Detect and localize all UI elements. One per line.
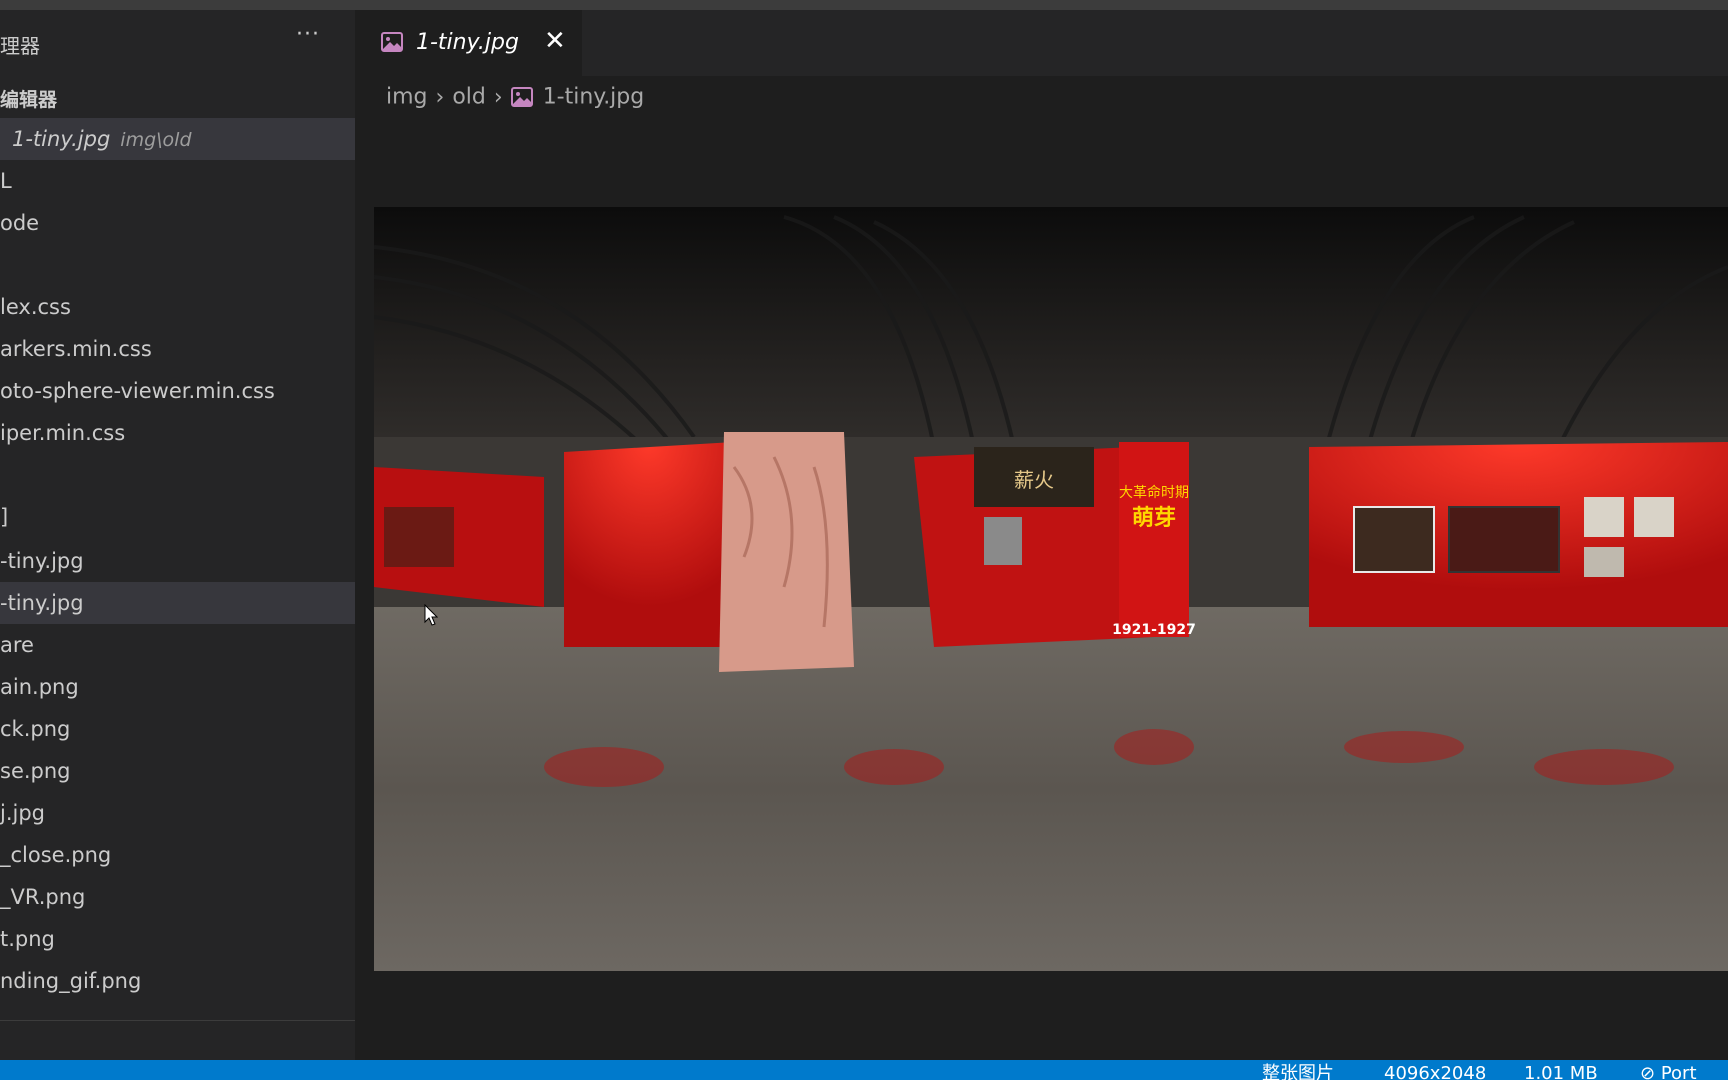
open-editor-item[interactable]: 1-tiny.jpg img\old	[0, 118, 355, 160]
chevron-right-icon: ›	[435, 84, 445, 110]
breadcrumb-file[interactable]: 1-tiny.jpg	[543, 85, 645, 110]
explorer-header: 理器 ···	[0, 22, 355, 58]
tree-item-label: _VR.png	[0, 885, 86, 909]
tree-item-label: oto-sphere-viewer.min.css	[0, 379, 275, 403]
tree-item-label: are	[0, 633, 34, 657]
sign-years: 1921-1927	[1112, 622, 1196, 638]
port-icon: ⊘	[1640, 1063, 1661, 1080]
tree-item[interactable]: _VR.png	[0, 876, 355, 918]
tree-item-label: se.png	[0, 759, 71, 783]
explorer-title: 理器	[0, 34, 40, 58]
breadcrumb-old[interactable]: old	[452, 85, 486, 110]
close-icon[interactable]: ✕	[544, 26, 566, 56]
outline-divider	[0, 1020, 355, 1021]
image-dimensions: 4096x2048	[1384, 1063, 1487, 1080]
tree-item-label: nding_gif.png	[0, 969, 142, 993]
tree-item[interactable]: ode	[0, 202, 355, 244]
tree-item-active[interactable]: -tiny.jpg	[0, 582, 355, 624]
port-status[interactable]: ⊘ Port	[1640, 1064, 1697, 1080]
zoom-mode[interactable]: 整张图片	[1262, 1064, 1334, 1080]
tab-1-tiny-jpg[interactable]: 1-tiny.jpg ✕	[356, 10, 582, 76]
tree-item[interactable]: arkers.min.css	[0, 328, 355, 370]
tree-item[interactable]: lex.css	[0, 286, 355, 328]
breadcrumb: img › old › 1-tiny.jpg	[386, 84, 644, 114]
open-editor-path: img\old	[120, 129, 192, 151]
banner-text: 薪火	[1014, 468, 1054, 492]
sign-title: 大革命时期	[1119, 484, 1189, 501]
explorer-sidebar: 理器 ··· 编辑器 1-tiny.jpg img\old L ode lex.c…	[0, 10, 355, 1060]
tree-item-label: -tiny.jpg	[0, 549, 84, 573]
image-size: 1.01 MB	[1524, 1063, 1598, 1080]
image-file-icon	[510, 87, 533, 107]
tree-item-label: L	[0, 169, 12, 193]
sign-subtitle: 萌芽	[1132, 506, 1176, 531]
chevron-right-icon: ›	[493, 84, 503, 110]
tree-item-label: ode	[0, 211, 40, 235]
tree-item[interactable]: se.png	[0, 750, 355, 792]
tree-item-label: j.jpg	[0, 801, 46, 825]
open-editors-label: 编辑器	[0, 89, 58, 111]
tree-item-label: lex.css	[0, 295, 71, 319]
tree-item[interactable]: oto-sphere-viewer.min.css	[0, 370, 355, 412]
open-editors-section[interactable]: 编辑器	[0, 78, 355, 120]
tree-item-label: iper.min.css	[0, 421, 126, 445]
editor-tabs: 1-tiny.jpg ✕	[356, 10, 1728, 76]
more-actions-icon[interactable]: ···	[296, 22, 320, 47]
tree-item-label: ck.png	[0, 717, 71, 741]
panorama-image: 薪火 大革命时期 萌芽 1921-1927	[374, 207, 1728, 971]
image-preview[interactable]: 薪火 大革命时期 萌芽 1921-1927	[374, 207, 1728, 971]
tree-item[interactable]: are	[0, 624, 355, 666]
tree-item-label: ]	[0, 505, 9, 529]
title-bar	[0, 0, 1728, 10]
tree-item[interactable]: j.jpg	[0, 792, 355, 834]
tree-item-label: ain.png	[0, 675, 79, 699]
tree-item[interactable]: t.png	[0, 918, 355, 960]
tab-label: 1-tiny.jpg	[416, 30, 519, 55]
tree-item[interactable]: ck.png	[0, 708, 355, 750]
mouse-cursor-icon	[424, 604, 438, 626]
breadcrumb-img[interactable]: img	[386, 85, 428, 110]
tree-item-label: -tiny.jpg	[0, 591, 84, 615]
tree-item[interactable]: ain.png	[0, 666, 355, 708]
tree-item[interactable]: _close.png	[0, 834, 355, 876]
open-editor-name: 1-tiny.jpg	[12, 127, 111, 151]
tree-item-label: arkers.min.css	[0, 337, 152, 361]
tree-item[interactable]: ]	[0, 496, 355, 538]
tree-item[interactable]: nding_gif.png	[0, 960, 355, 1002]
tree-item[interactable]: -tiny.jpg	[0, 540, 355, 582]
port-label: Port	[1660, 1063, 1697, 1080]
status-bar: 整张图片 4096x2048 1.01 MB ⊘ Port	[0, 1060, 1728, 1080]
tree-item[interactable]: iper.min.css	[0, 412, 355, 454]
image-file-icon	[381, 32, 403, 52]
tree-item-label: t.png	[0, 927, 55, 951]
tree-item[interactable]: L	[0, 160, 355, 202]
tree-item-label: _close.png	[0, 843, 112, 867]
